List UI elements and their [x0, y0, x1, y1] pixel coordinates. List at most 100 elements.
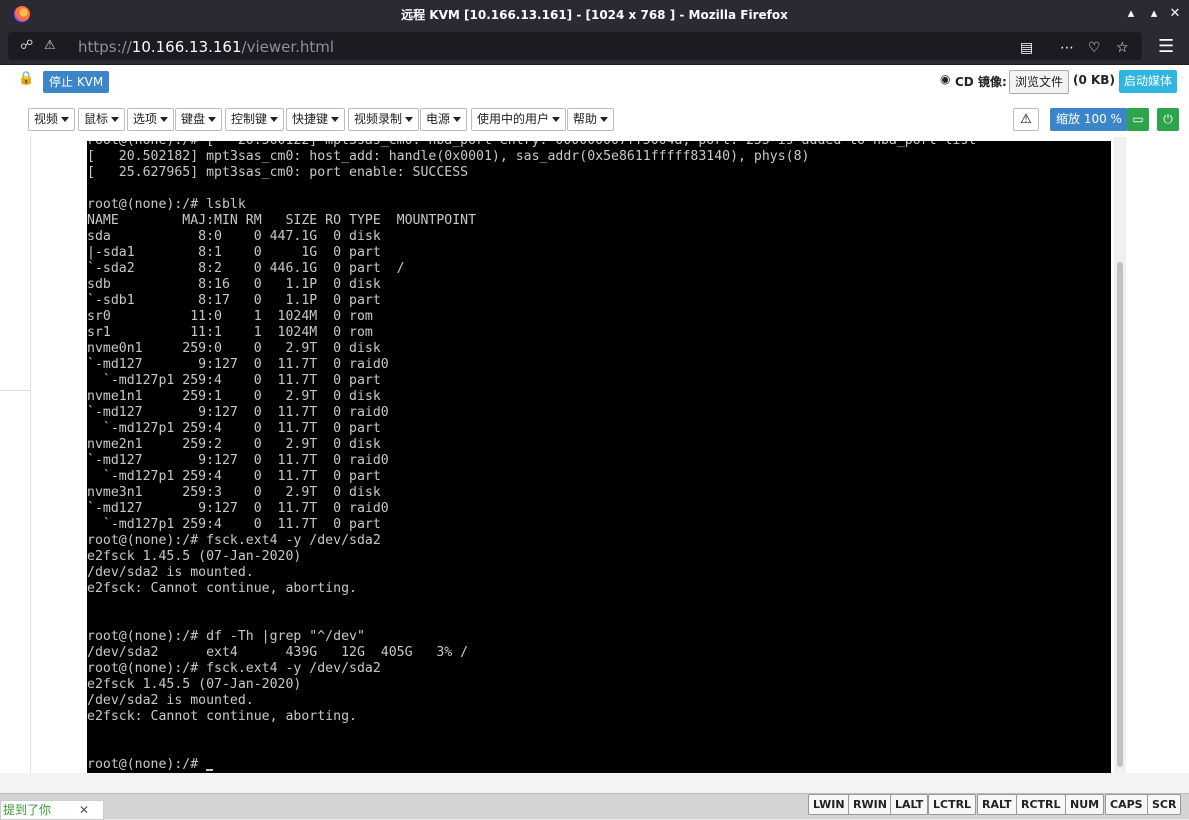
- terminal-line: nvme0n1 259:0 0 2.9T 0 disk: [87, 341, 381, 356]
- terminal-line: root@(none):/# [ 20.500122] mpt3sas_cm0:…: [87, 141, 976, 149]
- key-caps[interactable]: CAPS: [1105, 794, 1148, 815]
- kvm-toolbar: 视频 鼠标 选项 键盘 控制键 快捷键 视频录制 电源 使用中的用户 帮助 ⚠ …: [0, 103, 1189, 137]
- menu-label: 键盘: [181, 112, 206, 126]
- menu-video-record[interactable]: 视频录制: [348, 108, 420, 131]
- browser-navbar: ☍ ⚠ https://10.166.13.161/viewer.html ▤ …: [0, 28, 1189, 65]
- terminal-line: `-md127p1 259:4 0 11.7T 0 part: [87, 421, 381, 436]
- terminal-line: e2fsck: Cannot continue, aborting.: [87, 581, 357, 596]
- tracking-shield-icon[interactable]: ☍: [20, 38, 33, 53]
- maximize-icon[interactable]: ▴: [1145, 5, 1163, 23]
- terminal-line: /dev/sda2 is mounted.: [87, 693, 254, 708]
- terminal-line: `-md127p1 259:4 0 11.7T 0 part: [87, 469, 381, 484]
- toast-text: 提到了你: [3, 803, 52, 817]
- menu-hotkeys[interactable]: 快捷键: [286, 108, 346, 131]
- close-window-icon[interactable]: ✕: [1166, 5, 1184, 23]
- insecure-lock-icon[interactable]: ⚠: [44, 38, 56, 53]
- key-ralt[interactable]: RALT: [977, 794, 1017, 815]
- terminal-line: root@(none):/# lsblk: [87, 197, 246, 212]
- zoom-button[interactable]: 缩放 100 %: [1050, 108, 1128, 131]
- menu-control-keys[interactable]: 控制键: [225, 108, 285, 131]
- keyboard-status-bar: LWIN RWIN LALT LCTRL RALT RCTRL NUM CAPS…: [0, 793, 1189, 819]
- terminal-cursor: [206, 769, 214, 771]
- terminal-line: `-md127p1 259:4 0 11.7T 0 part: [87, 373, 381, 388]
- caret-down-icon: [600, 117, 609, 122]
- menu-power[interactable]: 电源: [420, 108, 468, 131]
- remote-console-screen[interactable]: root@(none):/# [ 20.500122] mpt3sas_cm0:…: [87, 141, 1111, 773]
- menu-help[interactable]: 帮助: [567, 108, 615, 131]
- terminal-line: root@(none):/#: [87, 757, 976, 773]
- pocket-icon[interactable]: ♡: [1088, 40, 1101, 56]
- terminal-line: `-md127 9:127 0 11.7T 0 raid0: [87, 357, 389, 372]
- terminal-line: root@(none):/# df -Th |grep "^/dev": [87, 629, 365, 644]
- caret-down-icon: [111, 117, 120, 122]
- menu-label: 选项: [133, 112, 158, 126]
- more-actions-icon[interactable]: ⋯: [1060, 40, 1074, 56]
- scrollbar-thumb[interactable]: [1117, 262, 1123, 767]
- terminal-line: sda 8:0 0 447.1G 0 disk: [87, 229, 381, 244]
- cd-icon: ◉: [940, 72, 951, 86]
- minimize-icon[interactable]: ▴: [1122, 5, 1140, 23]
- menu-options[interactable]: 选项: [127, 108, 175, 131]
- caret-down-icon: [331, 117, 340, 122]
- app-menu-icon[interactable]: ☰: [1158, 36, 1174, 57]
- terminal-line: NAME MAJ:MIN RM SIZE RO TYPE MOUNTPOINT: [87, 213, 477, 228]
- window-titlebar: 远程 KVM [10.166.13.161] - [1024 x 768 ] -…: [0, 0, 1189, 28]
- terminal-line: nvme3n1 259:3 0 2.9T 0 disk: [87, 485, 381, 500]
- power-icon[interactable]: ⏻: [1157, 108, 1179, 131]
- close-icon[interactable]: ✕: [79, 801, 89, 819]
- key-rwin[interactable]: RWIN: [848, 794, 892, 815]
- caret-down-icon: [270, 117, 279, 122]
- url-prefix: https://: [78, 38, 132, 56]
- menu-label: 电源: [426, 112, 451, 126]
- reader-view-icon[interactable]: ▤: [1020, 40, 1033, 56]
- monitor-icon[interactable]: ▭: [1127, 108, 1149, 131]
- menu-label: 视频录制: [354, 112, 403, 126]
- vertical-scrollbar[interactable]: [1114, 137, 1126, 773]
- cd-image-label: CD 镜像:: [955, 75, 1007, 89]
- menu-keyboard[interactable]: 键盘: [175, 108, 223, 131]
- terminal-line: root@(none):/# fsck.ext4 -y /dev/sda2: [87, 533, 381, 548]
- menu-mouse[interactable]: 鼠标: [78, 108, 126, 131]
- key-lwin[interactable]: LWIN: [808, 794, 850, 815]
- terminal-line: e2fsck 1.45.5 (07-Jan-2020): [87, 677, 302, 692]
- key-num[interactable]: NUM: [1065, 794, 1105, 815]
- url-text[interactable]: https://10.166.13.161/viewer.html: [78, 38, 334, 56]
- terminal-line: nvme1n1 259:1 0 2.9T 0 disk: [87, 389, 381, 404]
- url-host: 10.166.13.161: [131, 38, 242, 56]
- terminal-line: /dev/sda2 ext4 439G 12G 405G 3% /: [87, 645, 469, 660]
- key-rctrl[interactable]: RCTRL: [1016, 794, 1066, 815]
- key-lalt[interactable]: LALT: [890, 794, 929, 815]
- menu-active-users[interactable]: 使用中的用户: [471, 108, 567, 131]
- terminal-line: nvme2n1 259:2 0 2.9T 0 disk: [87, 437, 381, 452]
- menu-video[interactable]: 视频: [28, 108, 76, 131]
- terminal-line: e2fsck: Cannot continue, aborting.: [87, 709, 357, 724]
- viewer-left-margin: [30, 137, 88, 773]
- terminal-line: sr1 11:1 1 1024M 0 rom: [87, 325, 373, 340]
- start-media-button[interactable]: 启动媒体: [1119, 70, 1178, 93]
- caret-down-icon: [405, 117, 414, 122]
- terminal-line: `-md127p1 259:4 0 11.7T 0 part: [87, 517, 381, 532]
- terminal-line: /dev/sda2 is mounted.: [87, 565, 254, 580]
- url-bar[interactable]: ☍ ⚠ https://10.166.13.161/viewer.html ▤ …: [8, 32, 1142, 60]
- caret-down-icon: [61, 117, 70, 122]
- viewer-area: root@(none):/# [ 20.500122] mpt3sas_cm0:…: [0, 137, 1189, 792]
- bookmark-star-icon[interactable]: ☆: [1116, 40, 1129, 56]
- key-scr[interactable]: SCR: [1147, 794, 1182, 815]
- mention-toast[interactable]: 提到了你 ✕: [0, 800, 104, 820]
- key-lctrl[interactable]: LCTRL: [928, 794, 977, 815]
- terminal-line: [ 25.627965] mpt3sas_cm0: port enable: S…: [87, 165, 469, 180]
- stop-kvm-button[interactable]: 停止 KVM: [43, 71, 110, 93]
- terminal-line: sr0 11:0 1 1024M 0 rom: [87, 309, 373, 324]
- cd-size-label: (0 KB): [1073, 73, 1115, 87]
- caret-down-icon: [160, 117, 169, 122]
- warning-icon[interactable]: ⚠: [1013, 108, 1039, 131]
- browse-file-button[interactable]: 浏览文件: [1009, 70, 1070, 94]
- terminal-line: sdb 8:16 0 1.1P 0 disk: [87, 277, 381, 292]
- terminal-line: `-md127 9:127 0 11.7T 0 raid0: [87, 453, 389, 468]
- caret-down-icon: [208, 117, 217, 122]
